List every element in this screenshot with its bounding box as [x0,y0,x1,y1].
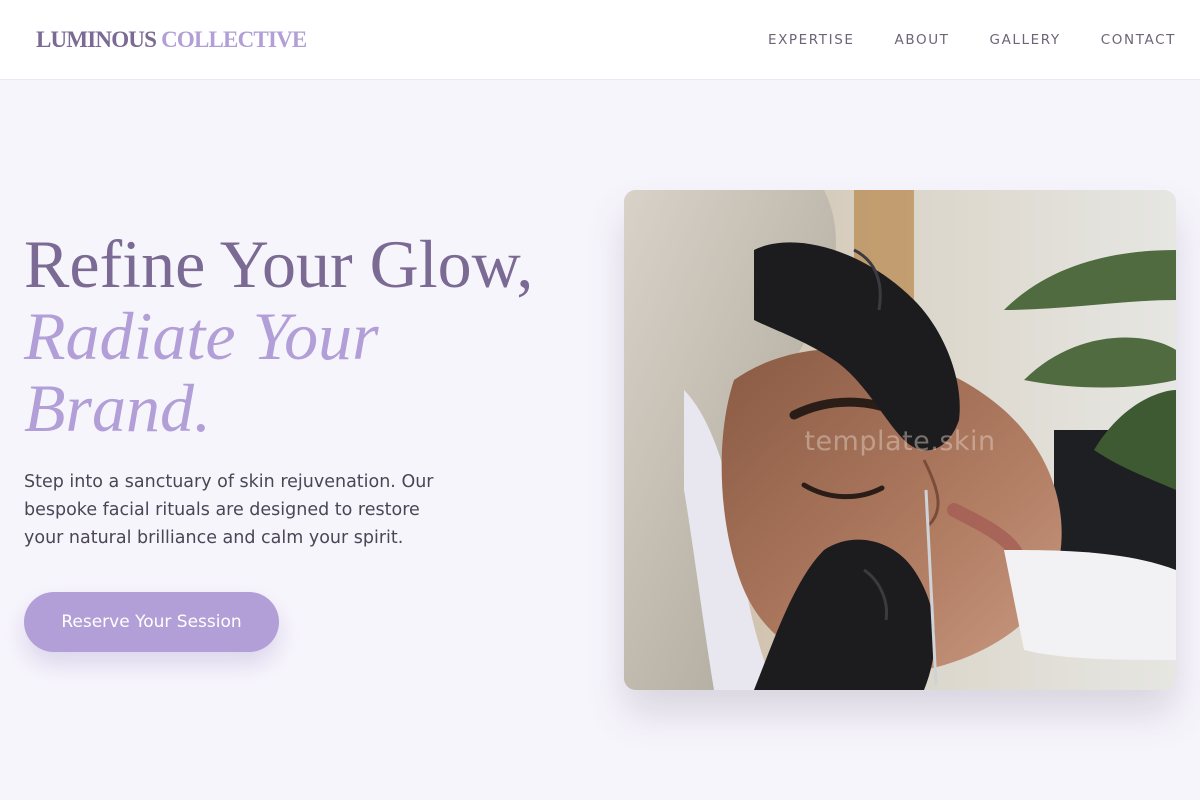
brand-logo[interactable]: LUMINOUS COLLECTIVE [36,26,307,54]
site-header: LUMINOUS COLLECTIVE EXPERTISE ABOUT GALL… [0,0,1200,80]
hero-title-line2: Radiate Your Brand. [24,298,379,446]
nav-link-contact[interactable]: CONTACT [1101,31,1176,49]
hero-title-line1: Refine Your Glow, [24,226,534,302]
main-nav: EXPERTISE ABOUT GALLERY CONTACT [768,31,1176,49]
hero-title: Refine Your Glow, Radiate Your Brand. [24,228,604,444]
brand-name-part1: LUMINOUS [36,27,157,52]
nav-link-gallery[interactable]: GALLERY [990,31,1061,49]
image-watermark: template.skin [804,426,996,457]
reserve-session-button[interactable]: Reserve Your Session [24,592,279,652]
nav-link-expertise[interactable]: EXPERTISE [768,31,855,49]
nav-link-about[interactable]: ABOUT [895,31,950,49]
brand-name-part2: COLLECTIVE [161,27,307,52]
facial-treatment-photo: template.skin [624,190,1176,690]
hero-description: Step into a sanctuary of skin rejuvenati… [24,472,434,548]
